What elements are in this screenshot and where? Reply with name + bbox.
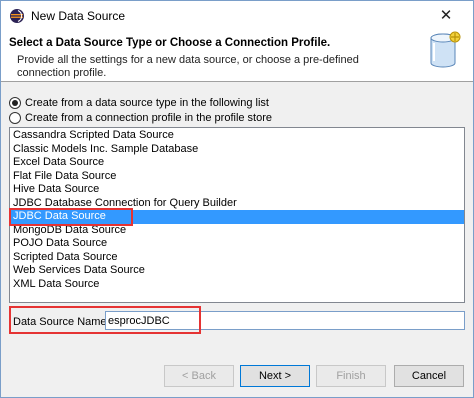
radio-label-from-type: Create from a data source type in the fo… xyxy=(25,97,269,109)
radio-button-unselected[interactable] xyxy=(9,112,21,124)
list-item[interactable]: MongoDB Data Source xyxy=(10,224,464,238)
radio-create-from-type[interactable]: Create from a data source type in the fo… xyxy=(9,95,269,111)
wizard-title: Select a Data Source Type or Choose a Co… xyxy=(9,37,331,49)
list-item[interactable]: Cassandra Scripted Data Source xyxy=(10,129,464,143)
radio-button-selected[interactable] xyxy=(9,97,21,109)
list-item[interactable]: Scripted Data Source xyxy=(10,251,464,265)
list-item[interactable]: JDBC Database Connection for Query Build… xyxy=(10,197,464,211)
title-bar: New Data Source ✕ xyxy=(1,1,473,31)
list-item[interactable]: Classic Models Inc. Sample Database xyxy=(10,143,464,157)
cancel-button[interactable]: Cancel xyxy=(394,365,464,387)
close-icon[interactable]: ✕ xyxy=(419,1,473,31)
finish-button[interactable]: Finish xyxy=(316,365,386,387)
radio-create-from-profile[interactable]: Create from a connection profile in the … xyxy=(9,110,272,126)
list-item[interactable]: Web Services Data Source xyxy=(10,264,464,278)
banner-separator xyxy=(1,81,473,82)
data-source-type-list[interactable]: Cassandra Scripted Data Source Classic M… xyxy=(9,127,465,303)
list-item[interactable]: Flat File Data Source xyxy=(10,170,464,184)
wizard-description: Provide all the settings for a new data … xyxy=(17,54,359,79)
list-item[interactable]: XML Data Source xyxy=(10,278,464,292)
list-item[interactable]: Hive Data Source xyxy=(10,183,464,197)
back-button[interactable]: < Back xyxy=(164,365,234,387)
data-source-name-input[interactable] xyxy=(105,311,465,330)
data-source-name-label: Data Source Name: xyxy=(13,316,110,328)
database-banner-icon xyxy=(419,29,467,73)
next-button[interactable]: Next > xyxy=(240,365,310,387)
list-item[interactable]: POJO Data Source xyxy=(10,237,464,251)
new-data-source-window: New Data Source ✕ Select a Data Source T… xyxy=(0,0,474,398)
list-item-selected[interactable]: JDBC Data Source xyxy=(10,210,464,224)
window-title: New Data Source xyxy=(31,9,126,23)
radio-label-from-profile: Create from a connection profile in the … xyxy=(25,112,273,124)
eclipse-app-icon xyxy=(9,8,25,24)
list-item[interactable]: Excel Data Source xyxy=(10,156,464,170)
